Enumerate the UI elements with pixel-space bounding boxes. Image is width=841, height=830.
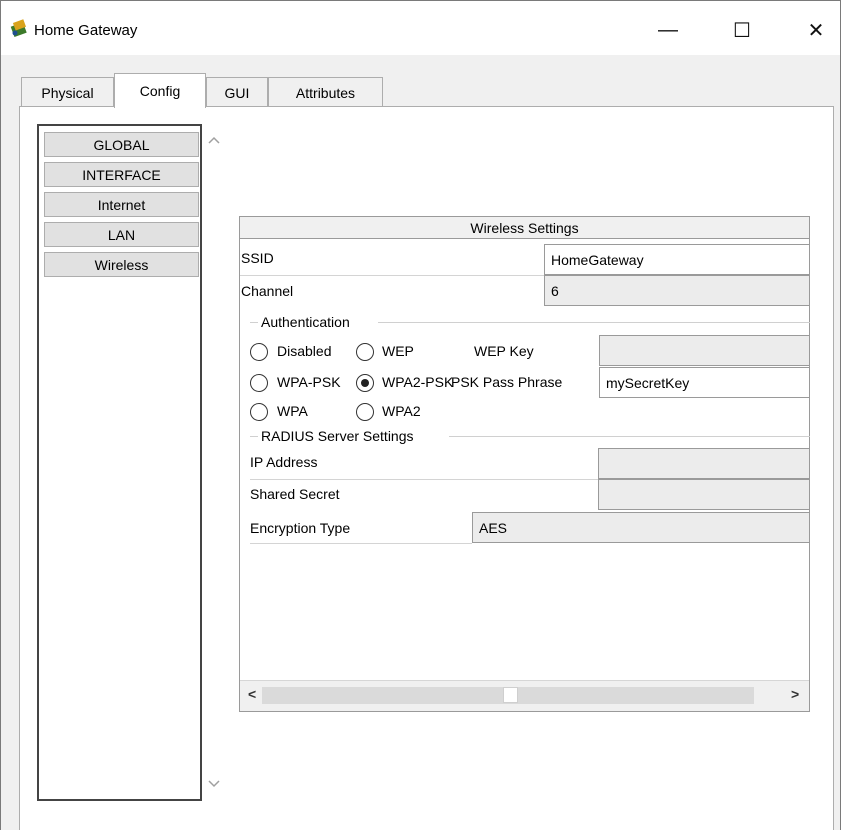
wep-key-input[interactable] bbox=[599, 335, 810, 366]
wpa2-option-label: WPA2 bbox=[382, 403, 421, 419]
close-button[interactable]: ✕ bbox=[793, 8, 839, 52]
radius-group-label: RADIUS Server Settings bbox=[261, 428, 414, 444]
group-border bbox=[449, 436, 810, 437]
radio-wpa2[interactable] bbox=[356, 403, 374, 421]
scroll-up-arrow-icon[interactable] bbox=[206, 132, 222, 148]
psk-pass-phrase-label: PSK Pass Phrase bbox=[451, 374, 563, 390]
sidebar-item-lan[interactable]: LAN bbox=[44, 222, 199, 247]
ip-address-input[interactable] bbox=[598, 448, 810, 479]
encryption-type-select[interactable]: AES bbox=[472, 512, 810, 543]
radio-disabled[interactable] bbox=[250, 343, 268, 361]
wpa2-psk-option-label: WPA2-PSK bbox=[382, 374, 454, 390]
disabled-option-label: Disabled bbox=[277, 343, 332, 359]
row-divider bbox=[240, 275, 544, 276]
scroll-left-arrow-icon[interactable]: < bbox=[248, 686, 256, 702]
row-divider bbox=[250, 543, 472, 544]
tab-physical[interactable]: Physical bbox=[21, 77, 114, 107]
sidebar-scrollbar[interactable] bbox=[202, 124, 226, 801]
wpa-psk-option-label: WPA-PSK bbox=[277, 374, 341, 390]
channel-label: Channel bbox=[241, 283, 294, 299]
radio-wep[interactable] bbox=[356, 343, 374, 361]
psk-pass-phrase-input[interactable]: mySecretKey bbox=[599, 367, 810, 398]
tab-config[interactable]: Config bbox=[114, 73, 206, 108]
shared-secret-input[interactable] bbox=[598, 479, 810, 510]
router-app-icon bbox=[9, 18, 29, 38]
encryption-type-label: Encryption Type bbox=[250, 520, 351, 536]
sidebar-item-wireless[interactable]: Wireless bbox=[44, 252, 199, 277]
tab-attributes[interactable]: Attributes bbox=[268, 77, 383, 107]
scroll-thumb[interactable] bbox=[503, 687, 518, 703]
sidebar-item-internet[interactable]: Internet bbox=[44, 192, 199, 217]
ip-address-label: IP Address bbox=[250, 454, 318, 470]
radio-wpa[interactable] bbox=[250, 403, 268, 421]
radio-wpa-psk[interactable] bbox=[250, 374, 268, 392]
ssid-input[interactable]: HomeGateway bbox=[544, 244, 810, 275]
window-title: Home Gateway bbox=[34, 22, 138, 39]
group-border bbox=[250, 322, 258, 323]
wireless-settings-header: Wireless Settings bbox=[240, 217, 809, 239]
shared-secret-label: Shared Secret bbox=[250, 486, 340, 502]
group-border bbox=[378, 322, 810, 323]
channel-field[interactable]: 6 bbox=[544, 275, 810, 306]
radio-wpa2-psk[interactable] bbox=[356, 374, 374, 392]
wep-option-label: WEP bbox=[382, 343, 414, 359]
group-border bbox=[250, 436, 258, 437]
sidebar-item-global[interactable]: GLOBAL bbox=[44, 132, 199, 157]
sidebar-item-interface[interactable]: INTERFACE bbox=[44, 162, 199, 187]
minimize-button[interactable]: — bbox=[645, 8, 691, 52]
wpa-option-label: WPA bbox=[277, 403, 308, 419]
ssid-label: SSID bbox=[241, 250, 274, 266]
authentication-group-label: Authentication bbox=[261, 314, 350, 330]
wep-key-label: WEP Key bbox=[474, 343, 534, 359]
maximize-button[interactable]: ☐ bbox=[719, 8, 765, 52]
tab-gui[interactable]: GUI bbox=[206, 77, 268, 107]
row-divider bbox=[250, 479, 598, 480]
wireless-horizontal-scrollbar[interactable] bbox=[240, 680, 809, 711]
scroll-down-arrow-icon[interactable] bbox=[206, 776, 222, 792]
scroll-right-arrow-icon[interactable]: > bbox=[791, 686, 799, 702]
